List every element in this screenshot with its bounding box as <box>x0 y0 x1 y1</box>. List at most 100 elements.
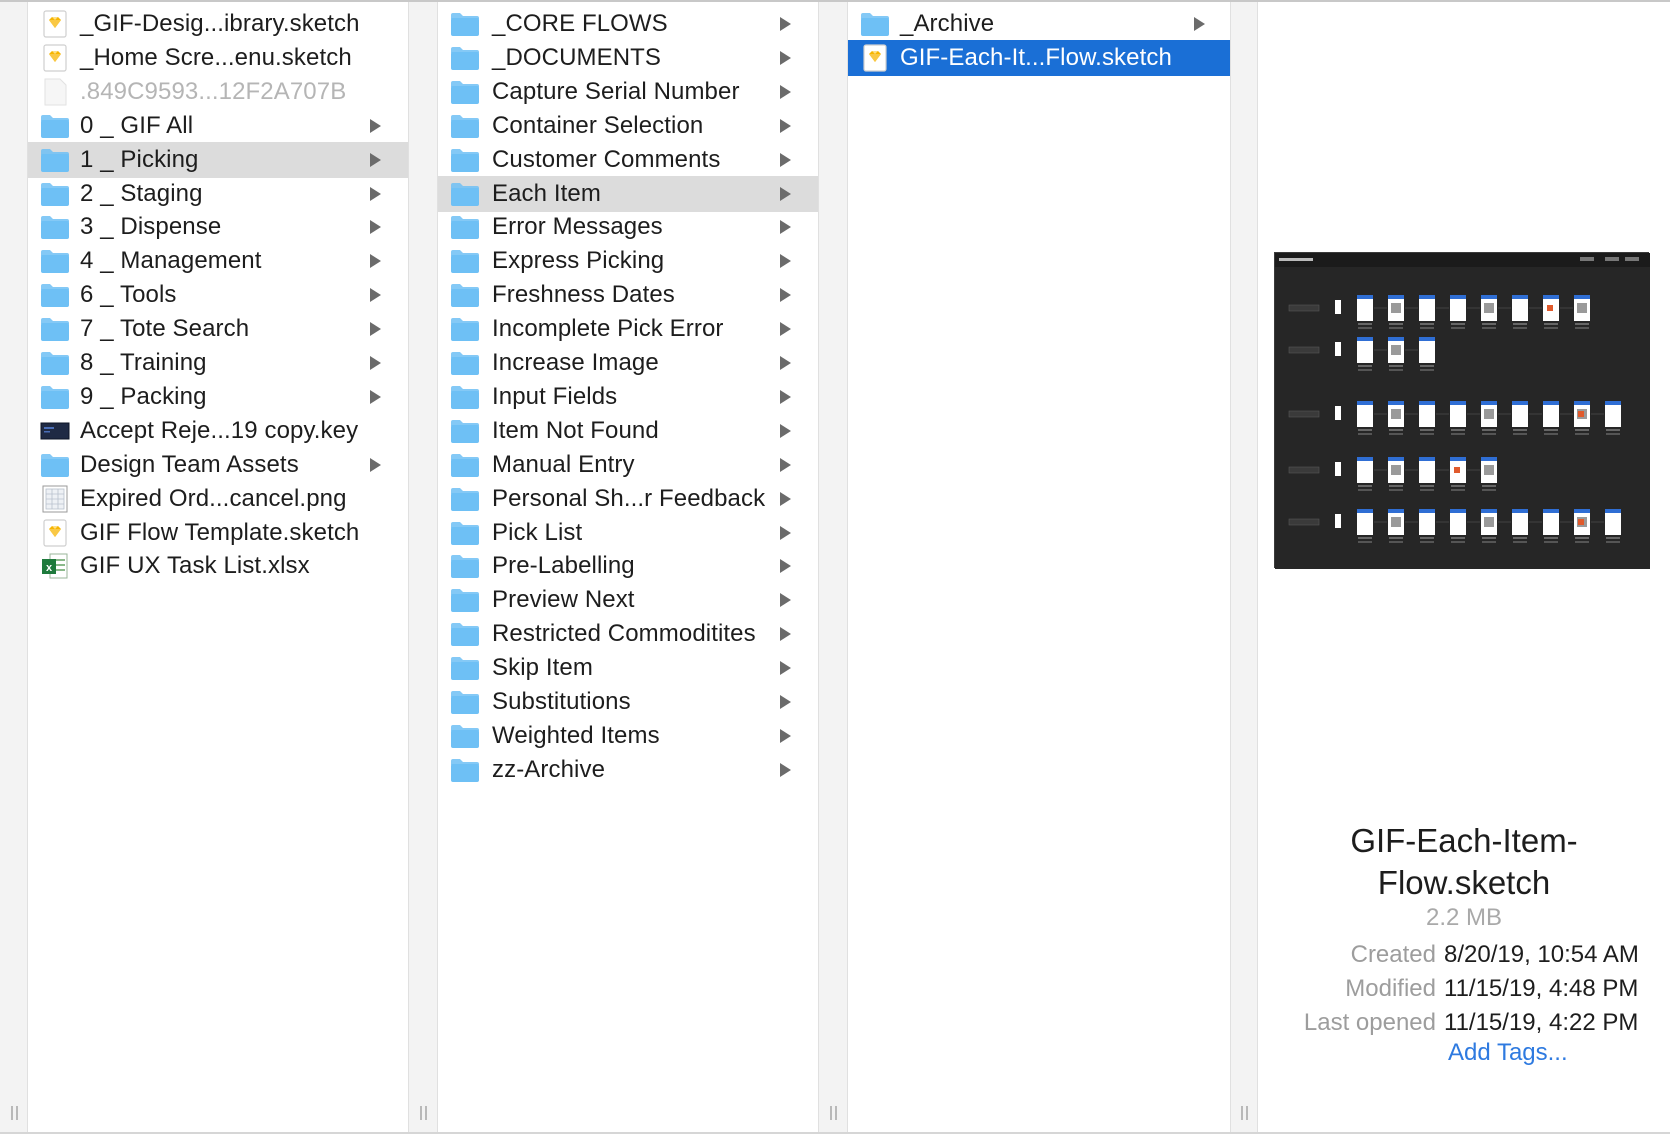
list-item-label: Each Item <box>492 179 601 207</box>
disclosure-arrow-icon <box>780 288 791 303</box>
list-item[interactable]: _CORE FLOWS <box>438 6 818 42</box>
folder-icon <box>40 247 70 275</box>
screen-card-header <box>1543 509 1559 513</box>
folder-icon <box>450 180 480 208</box>
screen-card-caption <box>1389 537 1403 539</box>
list-item[interactable]: .849C9593...12F2A707B <box>28 74 408 110</box>
screen-card-caption <box>1420 429 1434 431</box>
list-item[interactable]: _DOCUMENTS <box>438 40 818 76</box>
screen-card-caption <box>1389 365 1403 367</box>
screen-card-caption <box>1513 429 1527 431</box>
add-tags-link[interactable]: Add Tags... <box>1448 1039 1568 1067</box>
column-resize-handle-2[interactable] <box>818 2 848 1132</box>
screen-card-header <box>1543 295 1559 299</box>
list-item[interactable]: Container Selection <box>438 108 818 144</box>
list-item-label: zz-Archive <box>492 755 606 783</box>
screen-card-image <box>1577 303 1587 313</box>
screen-card-caption <box>1451 327 1465 329</box>
disclosure-arrow-icon <box>370 288 381 303</box>
modified-label: Modified <box>1345 975 1436 1002</box>
list-item[interactable]: Capture Serial Number <box>438 74 818 110</box>
list-item-label: _GIF-Desig...ibrary.sketch <box>80 10 360 37</box>
screen-card-caption <box>1482 541 1496 543</box>
list-item[interactable]: _Archive <box>848 6 1230 42</box>
disclosure-arrow-icon <box>780 50 791 65</box>
list-item[interactable]: 2 _ Staging <box>28 176 408 212</box>
list-item[interactable]: Restricted Commoditites <box>438 616 818 652</box>
list-item[interactable]: Customer Comments <box>438 142 818 178</box>
list-item[interactable]: 6 _ Tools <box>28 277 408 313</box>
screen-card-caption <box>1606 537 1620 539</box>
screen-card-header <box>1605 401 1621 405</box>
disclosure-arrow-icon <box>370 152 381 167</box>
finder-column-1[interactable]: _GIF-Desig...ibrary.sketch _Home Scre...… <box>28 2 408 1132</box>
list-item-label: 0 _ GIF All <box>80 111 194 139</box>
list-item[interactable]: _GIF-Desig...ibrary.sketch <box>28 6 408 42</box>
screen-card-image <box>1484 517 1494 527</box>
screen-card-header <box>1388 509 1404 513</box>
column-resize-handle-1[interactable] <box>408 2 438 1132</box>
list-item-label: Restricted Commoditites <box>492 620 756 648</box>
list-item[interactable]: Accept Reje...19 copy.key <box>28 413 408 449</box>
list-item[interactable]: Freshness Dates <box>438 277 818 313</box>
list-item[interactable]: 7 _ Tote Search <box>28 311 408 347</box>
column-resize-handle-3[interactable] <box>1230 2 1258 1132</box>
finder-column-2[interactable]: _CORE FLOWS _DOCUMENTS Capture Serial Nu… <box>438 2 818 1132</box>
list-item[interactable]: Pick List <box>438 515 818 551</box>
screen-card-caption <box>1420 433 1434 435</box>
disclosure-arrow-icon <box>370 356 381 370</box>
list-item[interactable]: Preview Next <box>438 582 818 618</box>
screen-card-header <box>1481 401 1497 405</box>
list-item-label: Pre-Labelling <box>492 552 635 580</box>
finder-column-3[interactable]: _Archive GIF-Each-It...Flow.sketch <box>848 2 1230 1132</box>
list-item[interactable]: Each Item <box>438 175 818 212</box>
list-item[interactable]: Weighted Items <box>438 718 818 754</box>
disclosure-arrow-icon <box>780 661 791 676</box>
list-item[interactable]: Error Messages <box>438 209 818 245</box>
list-item[interactable]: Increase Image <box>438 345 818 381</box>
list-item[interactable]: 1 _ Picking <box>28 141 408 178</box>
list-item[interactable]: Express Picking <box>438 243 818 279</box>
list-item[interactable]: zz-Archive <box>438 752 818 788</box>
list-item[interactable]: _Home Scre...enu.sketch <box>28 40 408 76</box>
folder-icon <box>450 146 480 174</box>
list-item[interactable]: 3 _ Dispense <box>28 209 408 245</box>
list-item[interactable]: 4 _ Management <box>28 243 408 279</box>
list-item[interactable]: Input Fields <box>438 379 818 415</box>
list-item[interactable]: GIF Flow Template.sketch <box>28 515 408 551</box>
column-resize-handle-0[interactable] <box>0 2 28 1132</box>
list-item[interactable]: Skip Item <box>438 650 818 686</box>
list-item[interactable]: x GIF UX Task List.xlsx <box>28 548 408 584</box>
screen-card-caption <box>1420 365 1434 367</box>
list-item[interactable]: Incomplete Pick Error <box>438 311 818 347</box>
list-item[interactable]: Design Team Assets <box>28 447 408 483</box>
screen-card-header <box>1574 401 1590 405</box>
list-item[interactable]: 0 _ GIF All <box>28 108 408 144</box>
list-item-label: 3 _ Dispense <box>80 213 222 241</box>
list-item-label: Skip Item <box>492 654 593 682</box>
screen-card-caption <box>1451 489 1465 491</box>
screen-card-caption <box>1420 541 1434 543</box>
list-item[interactable]: 8 _ Training <box>28 345 408 381</box>
screen-card-header <box>1512 295 1528 299</box>
list-item-label: GIF Flow Template.sketch <box>80 518 360 546</box>
list-item[interactable]: Expired Ord...cancel.png <box>28 481 408 517</box>
screen-card-header <box>1357 457 1373 461</box>
list-item-label: Manual Entry <box>492 450 635 478</box>
list-item[interactable]: GIF-Each-It...Flow.sketch <box>848 39 1230 76</box>
file-thumbnail[interactable] <box>1274 252 1650 569</box>
list-item[interactable]: Pre-Labelling <box>438 548 818 584</box>
list-item[interactable]: Manual Entry <box>438 447 818 483</box>
list-item[interactable]: Substitutions <box>438 684 818 720</box>
screen-card-image <box>1391 465 1401 475</box>
svg-text:x: x <box>46 562 53 574</box>
list-item[interactable]: Item Not Found <box>438 413 818 449</box>
screen-card-caption <box>1389 323 1403 325</box>
list-item[interactable]: Personal Sh...r Feedback <box>438 481 818 517</box>
screen-card-caption <box>1420 489 1434 491</box>
list-item[interactable]: 9 _ Packing <box>28 379 408 415</box>
disclosure-arrow-icon <box>370 118 381 133</box>
disclosure-arrow-icon <box>370 322 381 337</box>
list-item-label: Express Picking <box>492 247 665 275</box>
disclosure-arrow-icon <box>780 356 791 370</box>
